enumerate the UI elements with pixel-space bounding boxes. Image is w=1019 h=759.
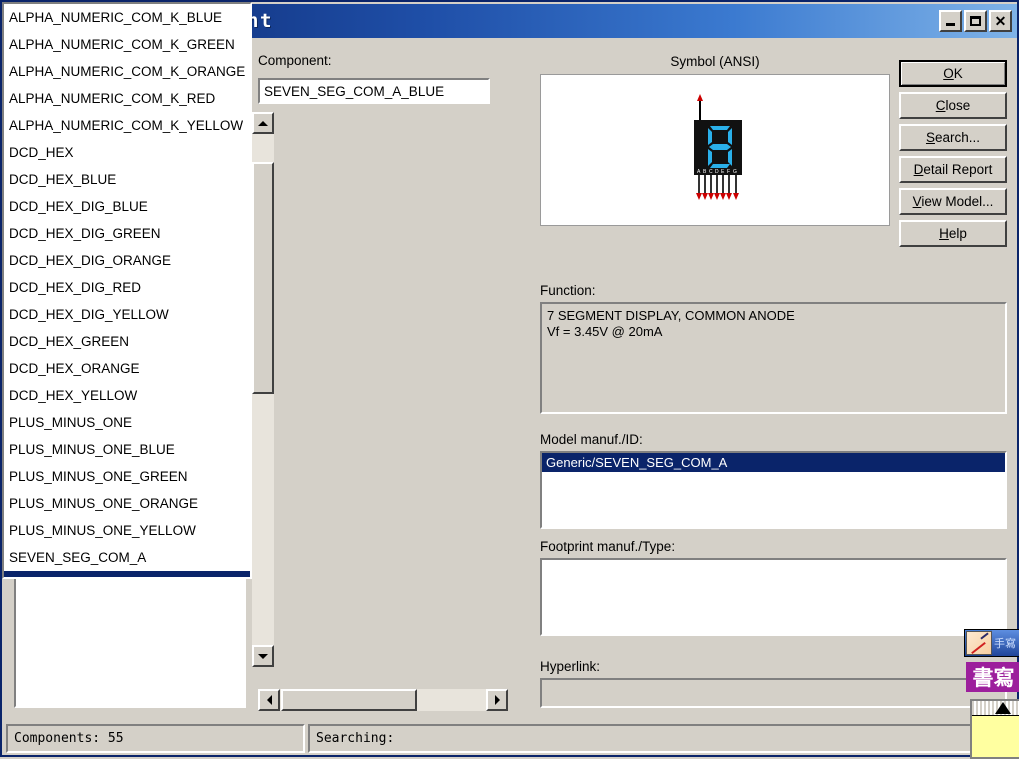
hyperlink-value	[542, 680, 1005, 686]
component-label: Component:	[258, 53, 332, 68]
footprint-value	[542, 560, 1005, 564]
minimize-icon	[946, 23, 955, 26]
ok-button[interactable]: OK	[899, 60, 1007, 87]
close-button[interactable]: ✕	[989, 10, 1012, 32]
maximize-button[interactable]	[964, 10, 987, 32]
pen-icon	[966, 631, 992, 655]
hyperlink-label: Hyperlink:	[540, 659, 601, 674]
horizontal-scroll-thumb[interactable]	[281, 689, 417, 711]
list-item[interactable]: PLUS_MINUS_ONE_GREEN	[4, 463, 250, 490]
list-item[interactable]: ALPHA_NUMERIC_COM_K_RED	[4, 85, 250, 112]
symbol-title: Symbol (ANSI)	[670, 54, 760, 69]
ok-accel: O	[943, 66, 954, 81]
list-item[interactable]: DCD_HEX_YELLOW	[4, 382, 250, 409]
component-list[interactable]: ALPHA_NUMERIC_COM_K_BLUE ALPHA_NUMERIC_C…	[2, 2, 252, 579]
ime-pad-canvas[interactable]	[972, 716, 1019, 757]
scroll-left-button[interactable]	[258, 689, 280, 711]
detail-report-accel: D	[913, 162, 924, 177]
svg-text:G: G	[733, 169, 737, 175]
footprint-list[interactable]	[540, 558, 1007, 636]
symbol-preview: ABC DEF G	[540, 74, 890, 226]
ime-caption: 書寫	[966, 662, 1019, 692]
seven-segment-display-symbol: ABC DEF G	[670, 90, 760, 210]
ime-pad-header	[972, 701, 1019, 716]
list-item[interactable]: DCD_HEX_GREEN	[4, 328, 250, 355]
list-item[interactable]: PLUS_MINUS_ONE_BLUE	[4, 436, 250, 463]
help-accel: H	[939, 226, 949, 241]
model-list-item-selected[interactable]: Generic/SEVEN_SEG_COM_A	[542, 453, 1005, 472]
view-model-button[interactable]: View Model...	[899, 188, 1007, 215]
component-input-value: SEVEN_SEG_COM_A_BLUE	[264, 83, 445, 99]
minimize-button[interactable]	[939, 10, 962, 32]
list-item[interactable]: DCD_HEX_DIG_YELLOW	[4, 301, 250, 328]
function-label: Function:	[540, 283, 596, 298]
list-item[interactable]: DCD_HEX_DIG_BLUE	[4, 193, 250, 220]
list-item[interactable]: PLUS_MINUS_ONE_YELLOW	[4, 517, 250, 544]
component-input[interactable]: SEVEN_SEG_COM_A_BLUE	[258, 78, 490, 104]
close-accel: C	[935, 98, 946, 113]
view-model-accel: V	[912, 194, 922, 209]
select-component-dialog: Select a Component ✕ Database: Master Da…	[0, 0, 1019, 759]
list-item[interactable]: DCD_HEX_BLUE	[4, 166, 250, 193]
ime-writing-pad[interactable]	[970, 699, 1019, 759]
action-buttons: OK Close Search... Detail Report View Mo…	[899, 60, 1007, 252]
hyperlink-field[interactable]	[540, 678, 1007, 708]
list-item[interactable]: DCD_HEX_DIG_ORANGE	[4, 247, 250, 274]
list-item[interactable]: DCD_HEX_DIG_RED	[4, 274, 250, 301]
list-item[interactable]: ALPHA_NUMERIC_COM_K_BLUE	[4, 4, 250, 31]
component-list-vertical-scrollbar[interactable]	[252, 112, 274, 667]
search-accel: S	[925, 130, 935, 145]
scroll-down-button[interactable]	[252, 645, 274, 667]
ime-titlebar[interactable]: 手寫	[964, 629, 1019, 657]
list-item[interactable]: DCD_HEX_ORANGE	[4, 355, 250, 382]
list-item[interactable]: ALPHA_NUMERIC_COM_K_YELLOW	[4, 112, 250, 139]
ime-handwriting-widget[interactable]: 手寫 書寫	[964, 629, 1019, 759]
function-textbox: 7 SEGMENT DISPLAY, COMMON ANODE Vf = 3.4…	[540, 302, 1007, 414]
vertical-scroll-thumb[interactable]	[252, 162, 274, 394]
close-icon: ✕	[994, 13, 1007, 29]
close-button-action[interactable]: Close	[899, 92, 1007, 119]
status-components: Components: 55	[6, 724, 305, 753]
status-bar: Components: 55 Searching:	[6, 724, 1013, 753]
help-button[interactable]: Help	[899, 220, 1007, 247]
component-list-horizontal-scrollbar[interactable]	[258, 689, 508, 711]
list-item[interactable]: DCD_HEX	[4, 139, 250, 166]
list-item[interactable]: DCD_HEX_DIG_GREEN	[4, 220, 250, 247]
model-label: Model manuf./ID:	[540, 432, 643, 447]
model-list[interactable]: Generic/SEVEN_SEG_COM_A	[540, 451, 1007, 529]
list-item[interactable]: ALPHA_NUMERIC_COM_K_GREEN	[4, 31, 250, 58]
window-controls: ✕	[939, 10, 1012, 32]
search-button[interactable]: Search...	[899, 124, 1007, 151]
svg-text:F: F	[727, 169, 730, 175]
function-text: 7 SEGMENT DISPLAY, COMMON ANODE Vf = 3.4…	[547, 308, 795, 339]
list-item[interactable]: PLUS_MINUS_ONE_ORANGE	[4, 490, 250, 517]
list-item[interactable]: PLUS_MINUS_ONE	[4, 409, 250, 436]
ime-caption-text: 書寫	[972, 667, 1015, 690]
maximize-icon	[970, 16, 981, 26]
status-searching: Searching:	[308, 724, 1013, 753]
list-item[interactable]: ALPHA_NUMERIC_COM_K_ORANGE	[4, 58, 250, 85]
scroll-up-button[interactable]	[252, 112, 274, 134]
list-item[interactable]: SEVEN_SEG_COM_A	[4, 544, 250, 571]
ime-tab-label[interactable]: 手寫	[992, 630, 1019, 656]
scroll-right-button[interactable]	[486, 689, 508, 711]
footprint-label: Footprint manuf./Type:	[540, 539, 676, 554]
svg-text:C: C	[709, 169, 713, 175]
detail-report-button[interactable]: Detail Report	[899, 156, 1007, 183]
svg-text:D: D	[715, 169, 719, 175]
list-item-selected[interactable]: SEVEN_SEG_COM_A_BLUE	[4, 571, 250, 577]
